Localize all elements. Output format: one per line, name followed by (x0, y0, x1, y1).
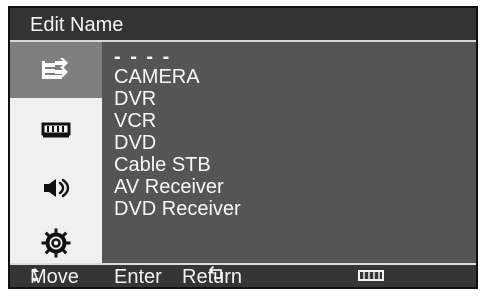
dialog-title: Edit Name (30, 14, 124, 36)
return-hint: Return (182, 265, 242, 287)
edit-name-dialog: Edit Name - - - - CAMERA DVR VCR DVD Cab… (8, 6, 478, 289)
sidebar-item-input[interactable] (10, 42, 102, 98)
list-item[interactable]: AV Receiver (114, 176, 466, 198)
list-item[interactable]: DVR (114, 88, 466, 110)
footer-hints: Move Enter Return (10, 263, 476, 287)
move-label-wrap: Move (30, 265, 79, 288)
sound-icon (39, 174, 73, 202)
list-item[interactable]: - - - - (114, 47, 466, 67)
list-item[interactable]: DVD Receiver (114, 198, 466, 220)
list-item[interactable]: CAMERA (114, 66, 466, 88)
sidebar-item-sound[interactable] (10, 160, 102, 216)
menu-icon (358, 270, 384, 281)
move-hint: Move (30, 265, 79, 287)
enter-label: Enter (114, 266, 162, 288)
return-label-wrap: Return (182, 265, 243, 288)
input-icon (38, 55, 74, 85)
list-item[interactable]: Cable STB (114, 154, 466, 176)
setup-icon (40, 227, 72, 259)
sidebar (10, 42, 102, 263)
move-label: Move (30, 266, 79, 288)
sidebar-item-picture[interactable] (10, 104, 102, 160)
list-item[interactable]: VCR (114, 110, 466, 132)
dialog-body: - - - - CAMERA DVR VCR DVD Cable STB AV … (10, 42, 476, 263)
return-label: Return (182, 266, 243, 288)
enter-hint: Enter (114, 265, 162, 287)
list-item[interactable]: DVD (114, 132, 466, 154)
device-name-list: - - - - CAMERA DVR VCR DVD Cable STB AV … (114, 47, 466, 263)
picture-icon (39, 118, 73, 146)
dialog-title-bar: Edit Name (10, 8, 476, 42)
